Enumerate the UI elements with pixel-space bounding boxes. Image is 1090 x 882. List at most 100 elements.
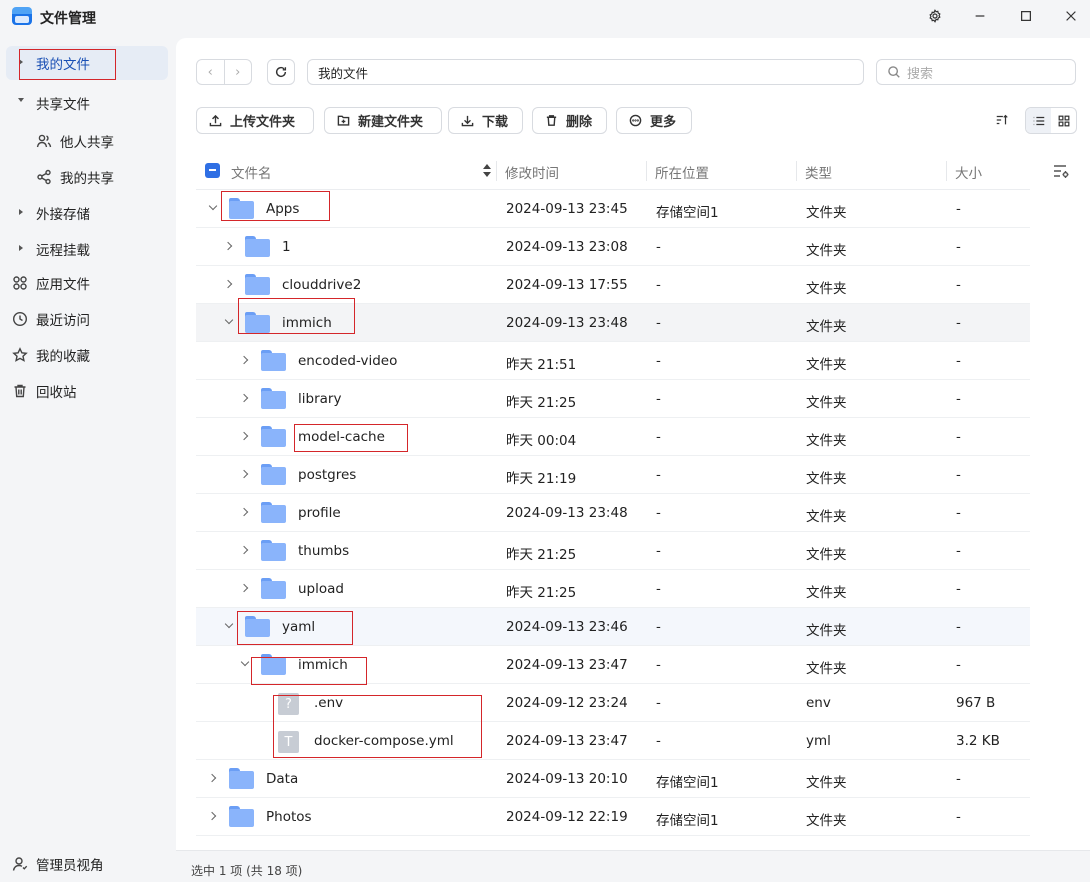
table-row[interactable]: library 昨天 21:25 - 文件夹 - [196, 380, 1030, 418]
refresh-icon [275, 66, 287, 78]
chevron-right-icon[interactable] [207, 773, 217, 783]
chevron-right-icon[interactable] [239, 469, 249, 479]
grid-view-button[interactable] [1051, 108, 1076, 133]
delete-button[interactable]: 删除 [532, 107, 607, 134]
chevron-down-icon[interactable] [208, 201, 218, 211]
forward-button[interactable]: › [225, 60, 252, 84]
expand-arrow-icon[interactable] [19, 59, 23, 65]
sidebar-item-my-shares[interactable]: 我的共享 [6, 160, 168, 194]
select-all-checkbox[interactable] [205, 163, 220, 178]
table-row[interactable]: Photos 2024-09-12 22:19 存储空间1 文件夹 - [196, 798, 1030, 836]
app-logo-icon [12, 7, 32, 25]
sidebar-item-shared-files[interactable]: 共享文件 [6, 86, 168, 120]
upload-folder-button[interactable]: 上传文件夹 [196, 107, 314, 134]
minimize-icon[interactable] [966, 4, 994, 28]
table-row[interactable]: model-cache 昨天 00:04 - 文件夹 - [196, 418, 1030, 456]
folder-icon [261, 540, 286, 561]
list-view-button[interactable] [1026, 108, 1051, 133]
gear-icon[interactable] [921, 4, 949, 28]
column-divider[interactable] [646, 161, 647, 181]
sort-arrows-icon[interactable] [483, 163, 491, 179]
folder-icon [245, 616, 270, 637]
chevron-down-icon[interactable] [224, 315, 234, 325]
column-location[interactable]: 所在位置 [655, 162, 709, 182]
share-icon [36, 169, 52, 185]
column-name[interactable]: 文件名 [231, 162, 272, 182]
folder-icon [245, 236, 270, 257]
chevron-right-icon[interactable] [223, 241, 233, 251]
selection-status: 选中 1 项 (共 18 项) [191, 864, 303, 878]
title-bar: 文件管理 [0, 0, 1090, 36]
main-panel: ‹ › 我的文件 搜索 上传文件夹 新建文件夹 下载 删除 更多 文件名 修改时… [176, 38, 1090, 850]
sidebar-item-remote-mount[interactable]: 远程挂载 [6, 232, 168, 266]
chevron-right-icon[interactable] [223, 279, 233, 289]
chevron-down-icon[interactable] [240, 657, 250, 667]
trash-icon [546, 115, 557, 126]
table-row[interactable]: clouddrive2 2024-09-13 17:55 - 文件夹 - [196, 266, 1030, 304]
search-icon [888, 66, 900, 78]
folder-icon [261, 350, 286, 371]
refresh-button[interactable] [267, 59, 295, 85]
table-row[interactable]: postgres 昨天 21:19 - 文件夹 - [196, 456, 1030, 494]
column-type[interactable]: 类型 [805, 162, 832, 182]
sort-icon [996, 114, 1008, 125]
history-nav: ‹ › [196, 59, 252, 85]
table-row[interactable]: thumbs 昨天 21:25 - 文件夹 - [196, 532, 1030, 570]
chevron-right-icon[interactable] [239, 507, 249, 517]
apps-grid-icon [12, 275, 28, 291]
column-divider[interactable] [496, 161, 497, 181]
trash-icon [12, 383, 28, 399]
chevron-right-icon[interactable] [239, 431, 249, 441]
table-row[interactable]: profile 2024-09-13 23:48 - 文件夹 - [196, 494, 1030, 532]
column-size[interactable]: 大小 [955, 162, 982, 182]
download-icon [461, 115, 474, 127]
column-divider[interactable] [796, 161, 797, 181]
list-view-icon [1033, 116, 1044, 125]
back-button[interactable]: ‹ [197, 60, 225, 84]
table-row[interactable]: encoded-video 昨天 21:51 - 文件夹 - [196, 342, 1030, 380]
table-row[interactable]: Data 2024-09-13 20:10 存储空间1 文件夹 - [196, 760, 1030, 798]
column-settings-icon [1054, 165, 1069, 178]
new-folder-button[interactable]: 新建文件夹 [324, 107, 442, 134]
sidebar-item-app-files[interactable]: 应用文件 [6, 266, 168, 300]
table-row[interactable]: 1 2024-09-13 23:08 - 文件夹 - [196, 228, 1030, 266]
folder-icon [229, 806, 254, 827]
column-divider[interactable] [946, 161, 947, 181]
expand-arrow-icon[interactable] [19, 245, 23, 251]
path-input[interactable]: 我的文件 [307, 59, 864, 85]
expand-arrow-icon[interactable] [19, 209, 23, 215]
chevron-right-icon[interactable] [207, 811, 217, 821]
chevron-right-icon[interactable] [239, 355, 249, 365]
table-row[interactable]: Apps 2024-09-13 23:45 存储空间1 文件夹 - [196, 190, 1030, 228]
folder-icon [261, 654, 286, 675]
download-button[interactable]: 下载 [448, 107, 523, 134]
sidebar-item-shared-by-others[interactable]: 他人共享 [6, 124, 168, 158]
chevron-right-icon[interactable] [239, 545, 249, 555]
close-icon[interactable] [1057, 4, 1085, 28]
table-header: 文件名 修改时间 所在位置 类型 大小 [196, 152, 1030, 190]
collapse-arrow-icon[interactable] [18, 98, 24, 102]
table-row[interactable]: yaml 2024-09-13 23:46 - 文件夹 - [196, 608, 1030, 646]
more-button[interactable]: 更多 [616, 107, 692, 134]
column-settings-button[interactable] [1052, 162, 1072, 182]
column-modified-time[interactable]: 修改时间 [505, 162, 559, 182]
chevron-right-icon[interactable] [239, 583, 249, 593]
sidebar-item-recent[interactable]: 最近访问 [6, 302, 168, 336]
sidebar-item-favorites[interactable]: 我的收藏 [6, 338, 168, 372]
table-row[interactable]: upload 昨天 21:25 - 文件夹 - [196, 570, 1030, 608]
table-row[interactable]: immich 2024-09-13 23:48 - 文件夹 - [196, 304, 1030, 342]
sidebar-item-external-storage[interactable]: 外接存储 [6, 196, 168, 230]
sidebar-item-recycle-bin[interactable]: 回收站 [6, 374, 168, 408]
table-row[interactable]: T docker-compose.yml 2024-09-13 23:47 - … [196, 722, 1030, 760]
table-row[interactable]: immich 2024-09-13 23:47 - 文件夹 - [196, 646, 1030, 684]
admin-view-toggle[interactable]: 管理员视角 [6, 846, 176, 882]
sidebar-item-my-files[interactable]: 我的文件 [6, 46, 168, 80]
chevron-down-icon[interactable] [224, 619, 234, 629]
sort-button[interactable] [990, 108, 1014, 132]
chevron-right-icon[interactable] [239, 393, 249, 403]
maximize-icon[interactable] [1012, 4, 1040, 28]
more-icon [629, 114, 642, 127]
table-row[interactable]: ? .env 2024-09-12 23:24 - env 967 B [196, 684, 1030, 722]
folder-icon [261, 578, 286, 599]
search-input[interactable]: 搜索 [876, 59, 1076, 85]
